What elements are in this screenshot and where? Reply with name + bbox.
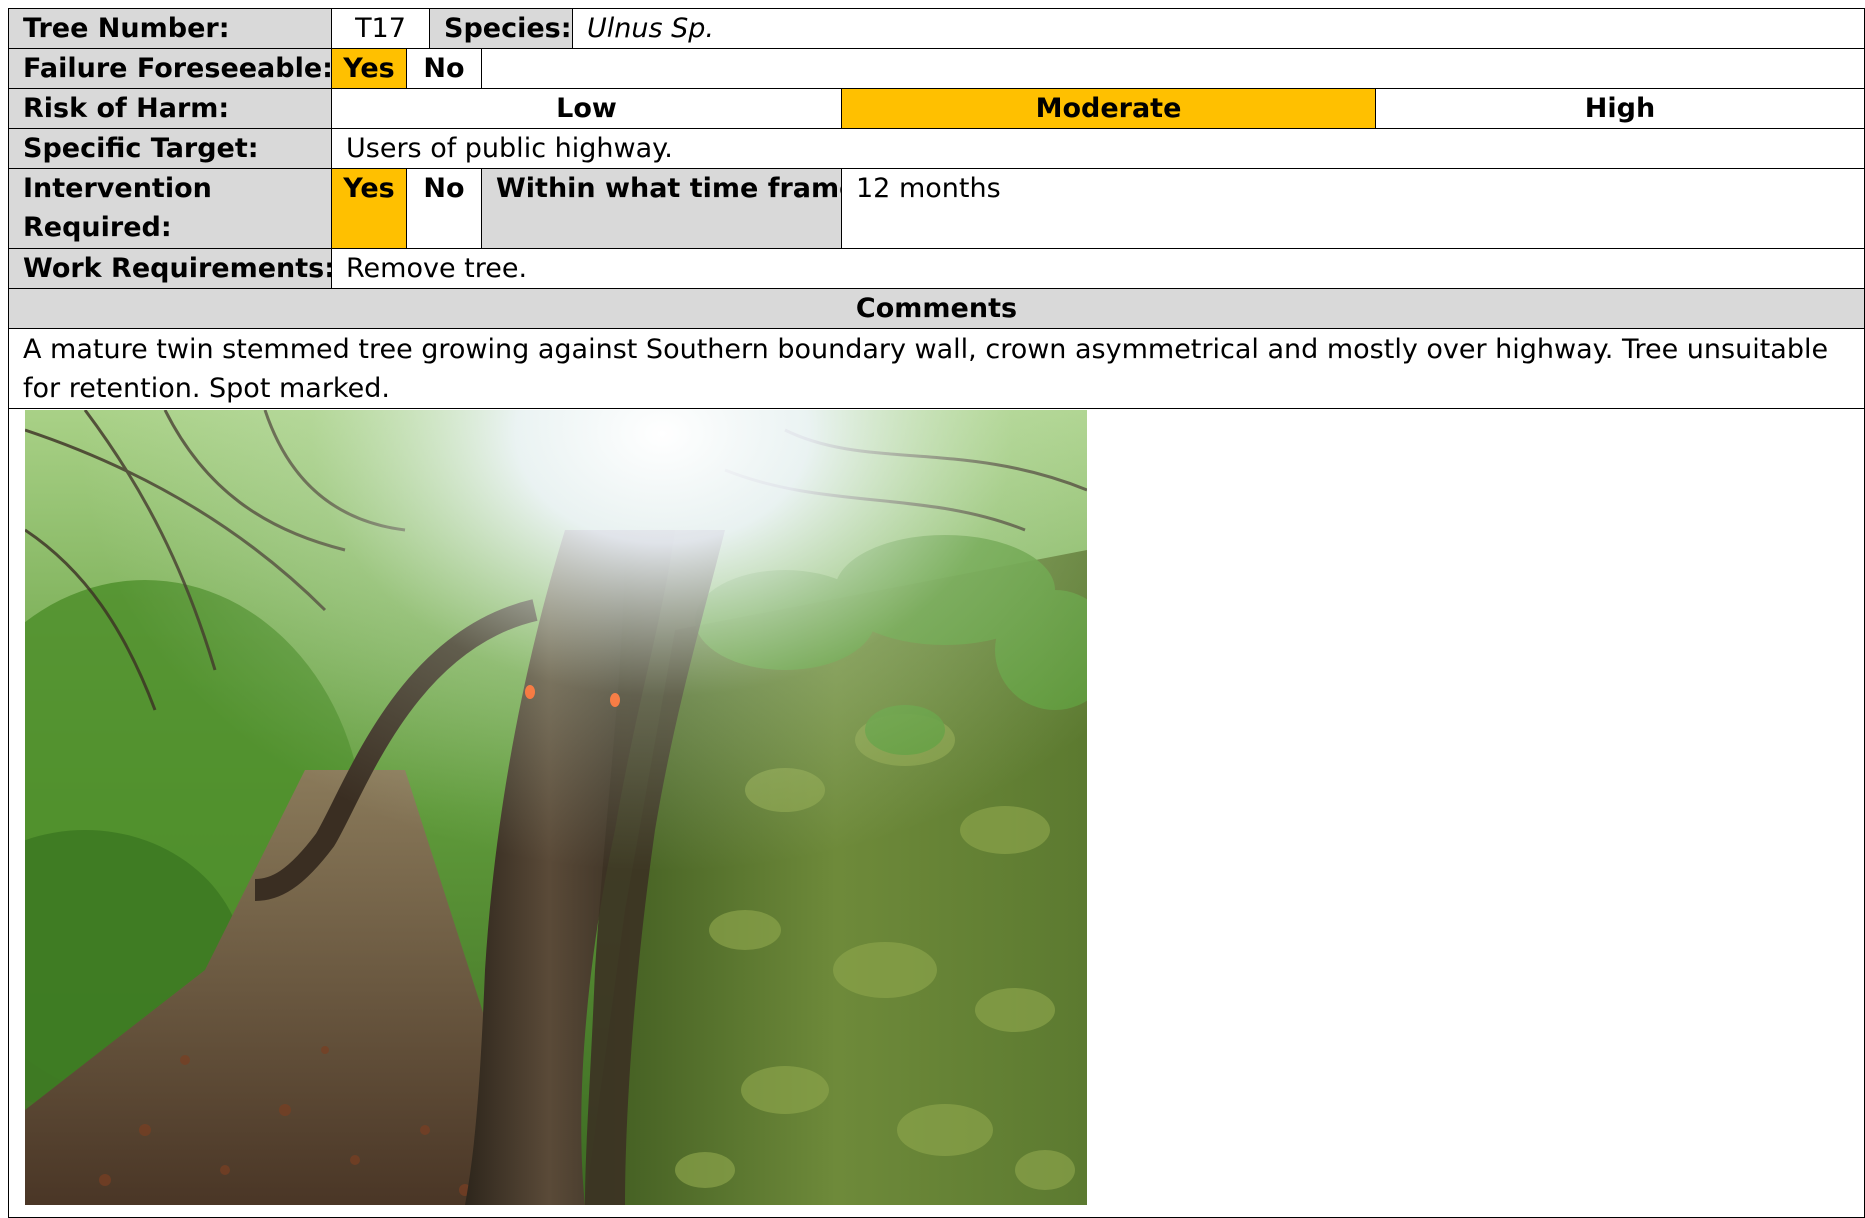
failure-foreseeable-label: Failure Foreseeable:: [8, 48, 332, 89]
work-requirements-label: Work Requirements:: [8, 248, 332, 289]
risk-low: Low: [331, 88, 842, 129]
work-requirements-value: Remove tree.: [331, 248, 1865, 289]
risk-high: High: [1375, 88, 1865, 129]
specific-target-label: Specific Target:: [8, 128, 332, 169]
species-value: Ulnus Sp.: [572, 8, 1865, 49]
comments-header: Comments: [8, 288, 1865, 329]
intervention-required-no: No: [406, 168, 482, 249]
comments-text: A mature twin stemmed tree growing again…: [8, 328, 1865, 409]
failure-foreseeable-yes: Yes: [331, 48, 407, 89]
failure-foreseeable-blank: [481, 48, 1865, 89]
risk-of-harm-label: Risk of Harm:: [8, 88, 332, 129]
tree-number-label: Tree Number:: [8, 8, 332, 49]
species-label: Species:: [429, 8, 573, 49]
intervention-required-yes: Yes: [331, 168, 407, 249]
tree-photo: [25, 410, 1087, 1205]
time-frame-value: 12 months: [841, 168, 1865, 249]
specific-target-value: Users of public highway.: [331, 128, 1865, 169]
intervention-required-label: Intervention Required:: [8, 168, 332, 249]
time-frame-label: Within what time frame:: [481, 168, 842, 249]
tree-number-value: T17: [331, 8, 430, 49]
risk-moderate: Moderate: [841, 88, 1376, 129]
failure-foreseeable-no: No: [406, 48, 482, 89]
